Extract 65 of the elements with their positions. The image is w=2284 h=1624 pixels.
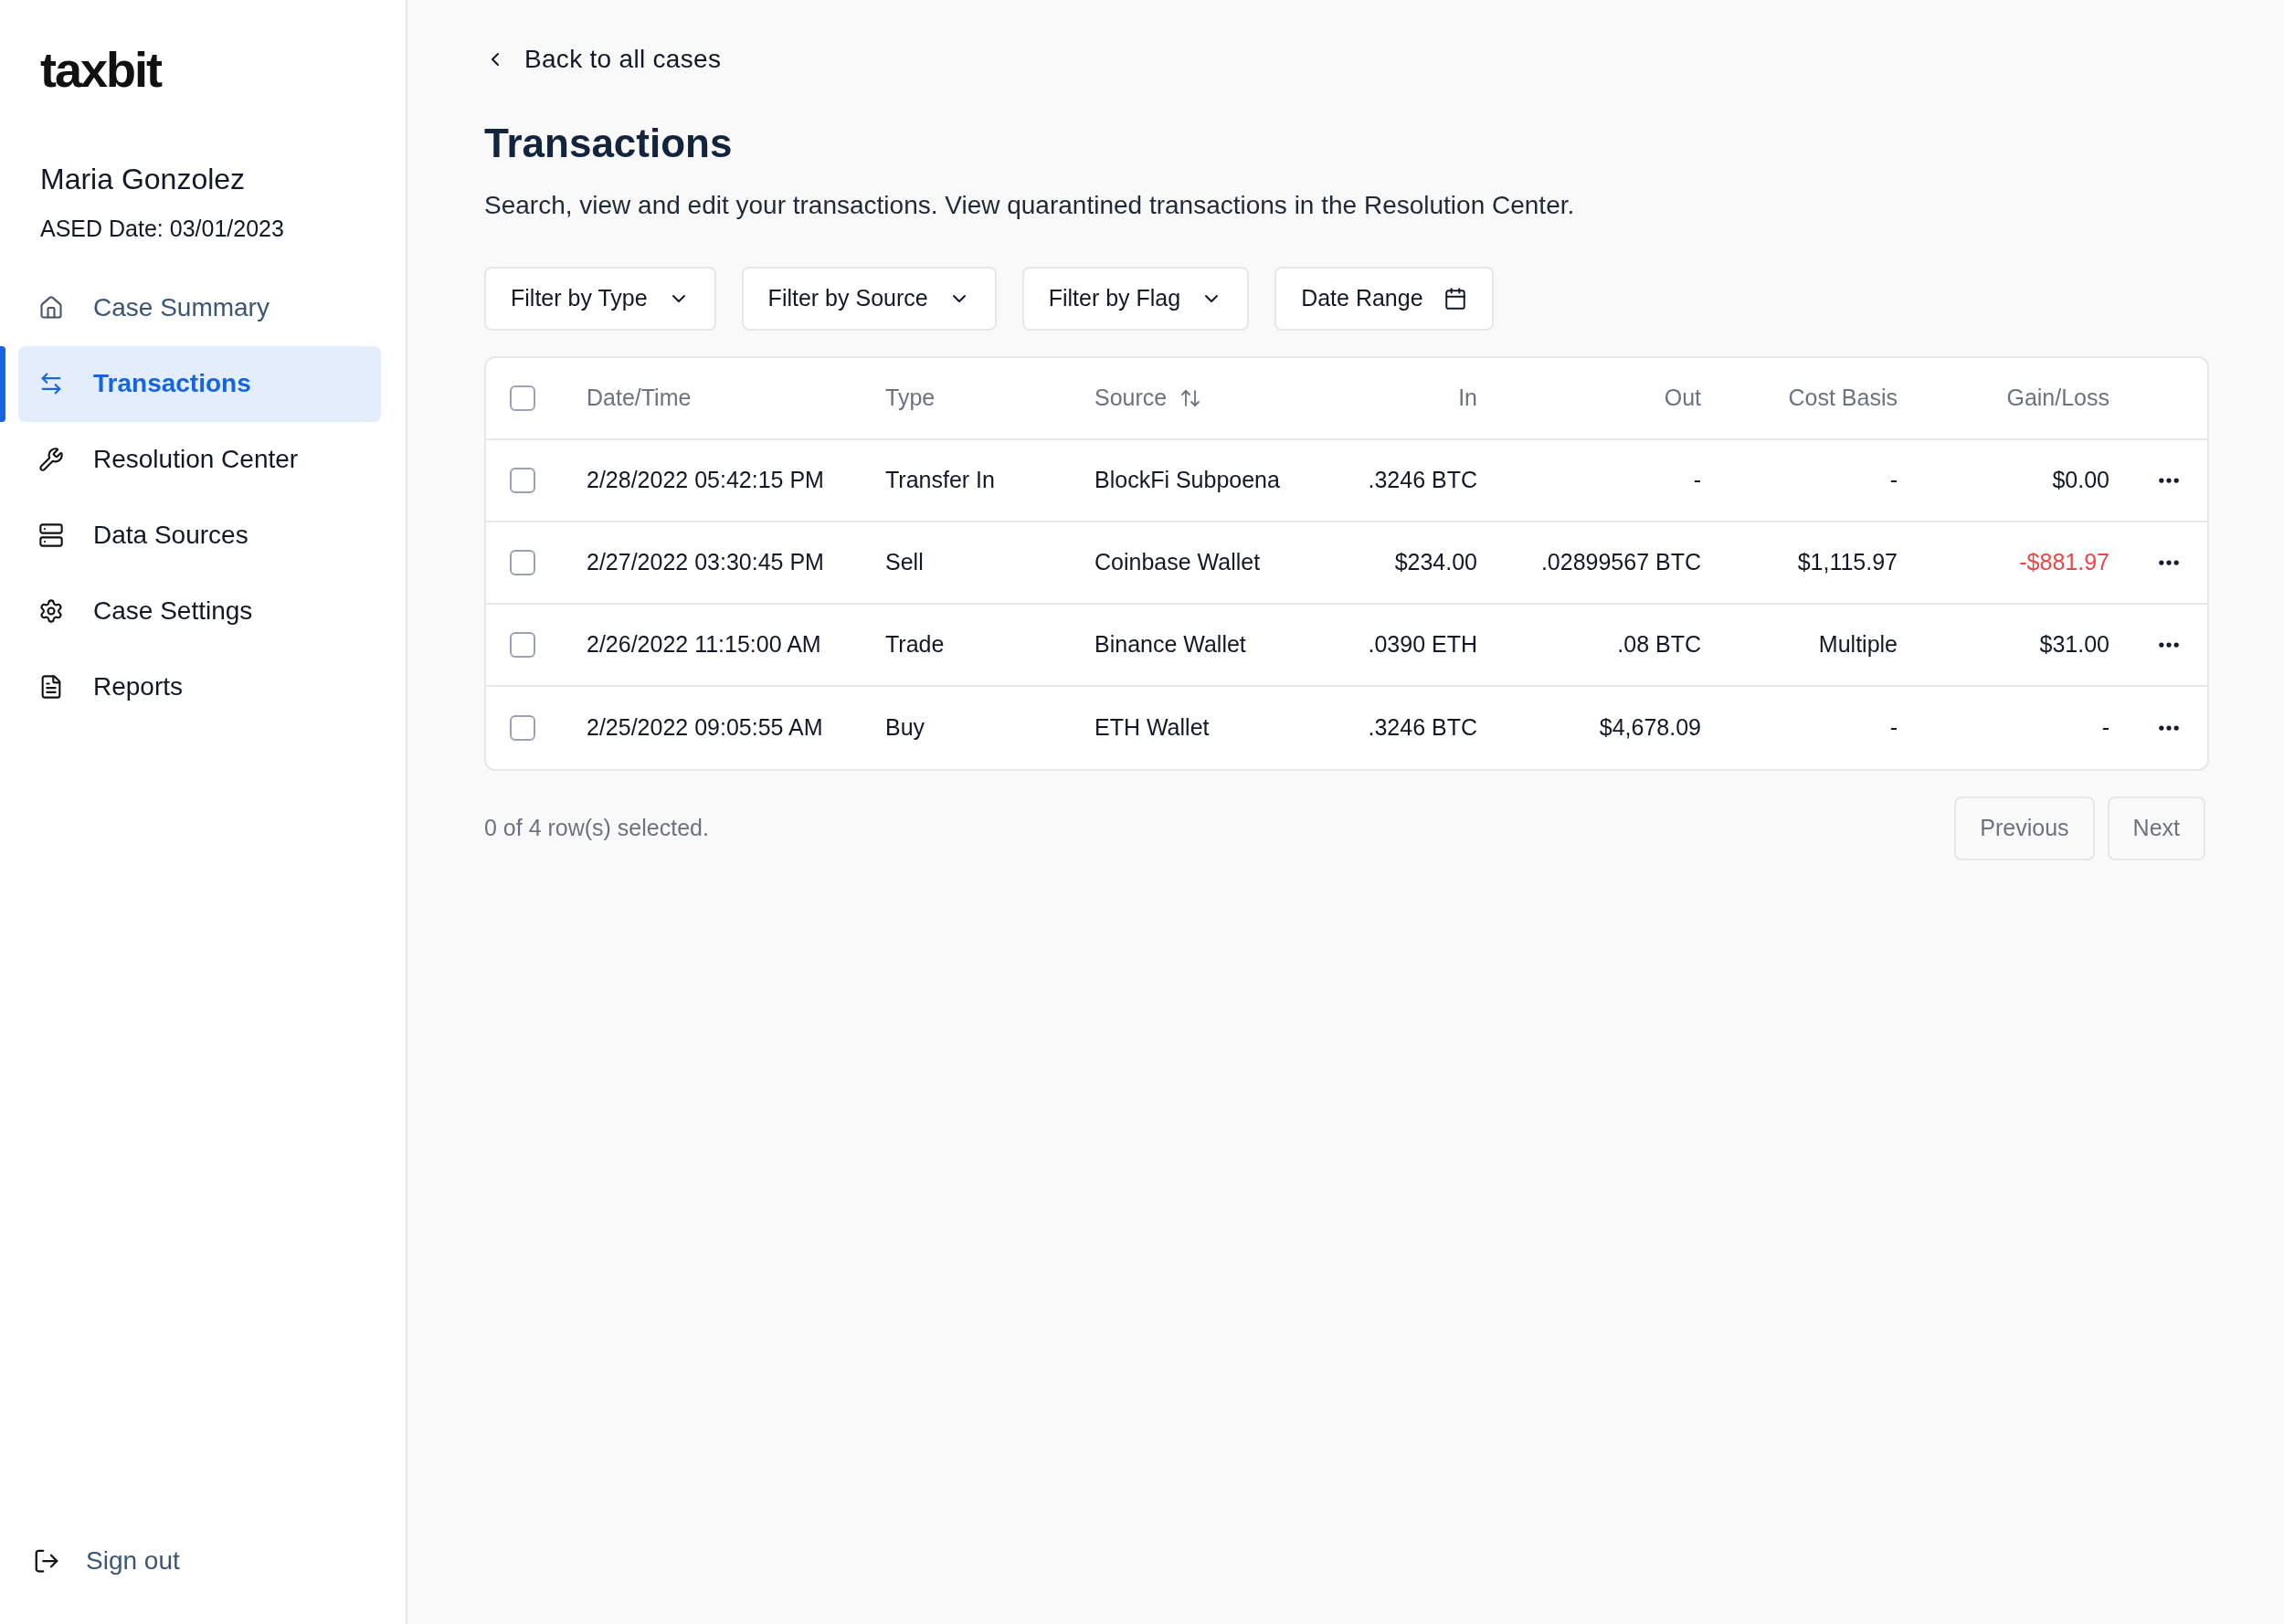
- column-header: In: [1458, 384, 1477, 413]
- sidebar-item[interactable]: Case Summary: [18, 269, 381, 346]
- table-cell-text: Sell: [885, 548, 924, 577]
- table-cell-text: -: [1889, 713, 1898, 743]
- table-cell-text: .02899567 BTC: [1540, 548, 1701, 577]
- table-cell-text: -: [2101, 713, 2110, 743]
- table-cell-text: ETH Wallet: [1094, 713, 1210, 743]
- checkbox[interactable]: [510, 632, 535, 658]
- table-cell-text: Transfer In: [885, 466, 995, 495]
- page-title: Transactions: [484, 120, 734, 167]
- table-cell-text: $234.00: [1394, 548, 1477, 577]
- server-icon: [38, 522, 64, 548]
- calendar-icon: [1443, 287, 1467, 311]
- table-cell-text: Buy: [885, 713, 925, 743]
- column-header[interactable]: Source: [1094, 381, 1168, 416]
- wrench-icon: [38, 447, 64, 472]
- table-cell-text: $31.00: [2039, 630, 2110, 659]
- table-cell-text: -: [1889, 466, 1898, 495]
- filter-dropdown[interactable]: Filter by Source: [741, 267, 997, 331]
- checkbox[interactable]: [510, 385, 535, 411]
- sidebar-item[interactable]: Data Sources: [18, 497, 381, 574]
- table-cell-text: .3246 BTC: [1368, 466, 1477, 495]
- page-description: Search, view and edit your transactions. View quarantined transactions in the Resolution Center.: [484, 190, 1576, 221]
- table-cell-text: -$881.97: [2019, 548, 2110, 577]
- sidebar-item[interactable]: Reports: [18, 649, 381, 725]
- column-header: Out: [1664, 384, 1701, 413]
- table-cell-text: $4,678.09: [1599, 713, 1701, 743]
- table-cell-text: .0390 ETH: [1368, 630, 1477, 659]
- back-link[interactable]: Back to all cases: [484, 40, 2209, 79]
- settings-icon: [38, 598, 64, 624]
- table-cell-text: $0.00: [2052, 466, 2110, 495]
- table-cell-text: 2/27/2022 03:30:45 PM: [587, 548, 824, 577]
- table-cell-text: Coinbase Wallet: [1094, 548, 1261, 577]
- checkbox[interactable]: [510, 468, 535, 493]
- sign-out-icon: [33, 1547, 60, 1575]
- sidebar-item[interactable]: Transactions: [18, 345, 381, 422]
- table-cell-text: .08 BTC: [1617, 630, 1701, 659]
- date-range-button[interactable]: Date Range: [1274, 267, 1494, 331]
- table-cell-text: 2/28/2022 05:42:15 PM: [587, 466, 824, 495]
- sidebar-item[interactable]: Resolution Center: [18, 421, 381, 498]
- table-cell-text: BlockFi Subpoena: [1094, 466, 1280, 495]
- sidebar-item[interactable]: Case Settings: [18, 573, 381, 649]
- user-name: Maria Gonzolez: [40, 162, 247, 197]
- checkbox[interactable]: [510, 715, 535, 741]
- logo: taxbit: [40, 42, 162, 97]
- sign-out-link[interactable]: Sign out: [33, 1542, 406, 1580]
- table-cell-text: Binance Wallet: [1094, 630, 1246, 659]
- sort-icon[interactable]: [1179, 387, 1202, 409]
- ased-date: ASED Date: 03/01/2023: [40, 215, 285, 243]
- table-cell-text: 2/25/2022 09:05:55 AM: [587, 713, 823, 743]
- table-cell-text: -: [1693, 466, 1701, 495]
- home-icon: [38, 295, 64, 321]
- table-cell-text: .3246 BTC: [1368, 713, 1477, 743]
- column-header: Gain/Loss: [2006, 384, 2110, 413]
- filter-dropdown[interactable]: Filter by Type: [484, 267, 716, 331]
- checkbox[interactable]: [510, 550, 535, 575]
- table-cell-text: 2/26/2022 11:15:00 AM: [587, 630, 821, 659]
- column-header: Cost Basis: [1788, 384, 1898, 413]
- table-cell-text: Trade: [885, 630, 945, 659]
- column-header: Type: [885, 384, 936, 413]
- selection-status: 0 of 4 row(s) selected.: [484, 814, 709, 843]
- table-cell-text: Multiple: [1818, 630, 1898, 659]
- table-cell-text: $1,115.97: [1797, 548, 1898, 577]
- column-header: Date/Time: [587, 384, 692, 413]
- filter-dropdown[interactable]: Filter by Flag: [1021, 267, 1250, 331]
